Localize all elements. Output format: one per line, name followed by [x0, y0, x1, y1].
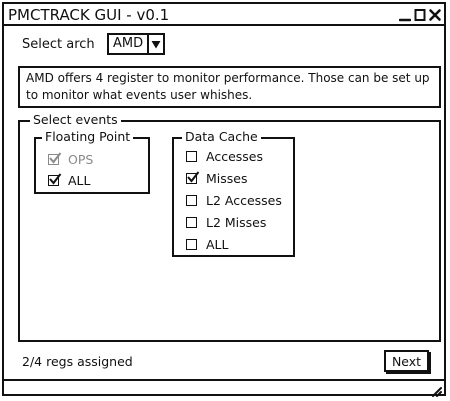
checkbox-dc-l2-accesses[interactable]: L2 Accesses	[186, 193, 282, 208]
minimize-icon[interactable]	[398, 7, 412, 22]
checkbox-label: ALL	[206, 237, 229, 252]
checkbox-label: OPS	[68, 152, 94, 167]
checkbox-dc-all[interactable]: ALL	[186, 237, 228, 252]
checkbox-box[interactable]	[186, 239, 197, 250]
regs-assigned-status: 2/4 regs assigned	[22, 354, 133, 369]
checkbox-dc-misses[interactable]: Misses	[186, 171, 248, 186]
checkbox-box[interactable]	[186, 151, 197, 162]
window-title: PMCTRACK GUI - v0.1	[8, 6, 170, 24]
data-cache-group: Data Cache Accesses Misses L2 Accesses L…	[172, 130, 295, 257]
resize-grip-icon[interactable]	[430, 382, 442, 401]
status-bar	[4, 379, 444, 397]
window-controls	[398, 5, 441, 23]
arch-label: Select arch	[22, 37, 95, 52]
checkbox-box[interactable]	[186, 195, 197, 206]
next-button[interactable]: Next	[384, 350, 429, 372]
checkbox-label: ALL	[68, 173, 91, 188]
title-bar: PMCTRACK GUI - v0.1	[4, 4, 444, 26]
dropdown-arrow-icon[interactable]	[149, 35, 163, 53]
app-window: PMCTRACK GUI - v0.1 Select arch AMD AMD …	[2, 2, 446, 397]
floating-point-group: Floating Point OPS ALL	[34, 130, 150, 194]
checkbox-dc-l2-misses[interactable]: L2 Misses	[186, 215, 266, 230]
close-icon[interactable]	[429, 7, 441, 21]
arch-selected-value: AMD	[109, 35, 149, 53]
checkbox-box[interactable]	[48, 152, 62, 165]
arch-select[interactable]: AMD	[107, 33, 165, 55]
select-events-group: Select events Floating Point OPS ALL Dat…	[18, 113, 441, 342]
checkbox-label: Misses	[206, 171, 248, 186]
floating-point-legend: Floating Point	[42, 130, 134, 144]
checkbox-box[interactable]	[186, 171, 200, 184]
checkbox-box[interactable]	[186, 217, 197, 228]
data-cache-legend: Data Cache	[182, 130, 261, 144]
checkbox-box[interactable]	[48, 173, 62, 186]
checkbox-label: L2 Misses	[206, 215, 267, 230]
maximize-icon[interactable]	[414, 7, 426, 21]
select-events-legend: Select events	[30, 113, 121, 127]
checkbox-fp-all[interactable]: ALL	[48, 173, 90, 188]
info-box: AMD offers 4 register to monitor perform…	[18, 66, 441, 108]
checkbox-label: Accesses	[206, 149, 263, 164]
checkbox-label: L2 Accesses	[206, 193, 282, 208]
checkbox-fp-ops[interactable]: OPS	[48, 152, 93, 167]
checkbox-dc-accesses[interactable]: Accesses	[186, 149, 263, 164]
